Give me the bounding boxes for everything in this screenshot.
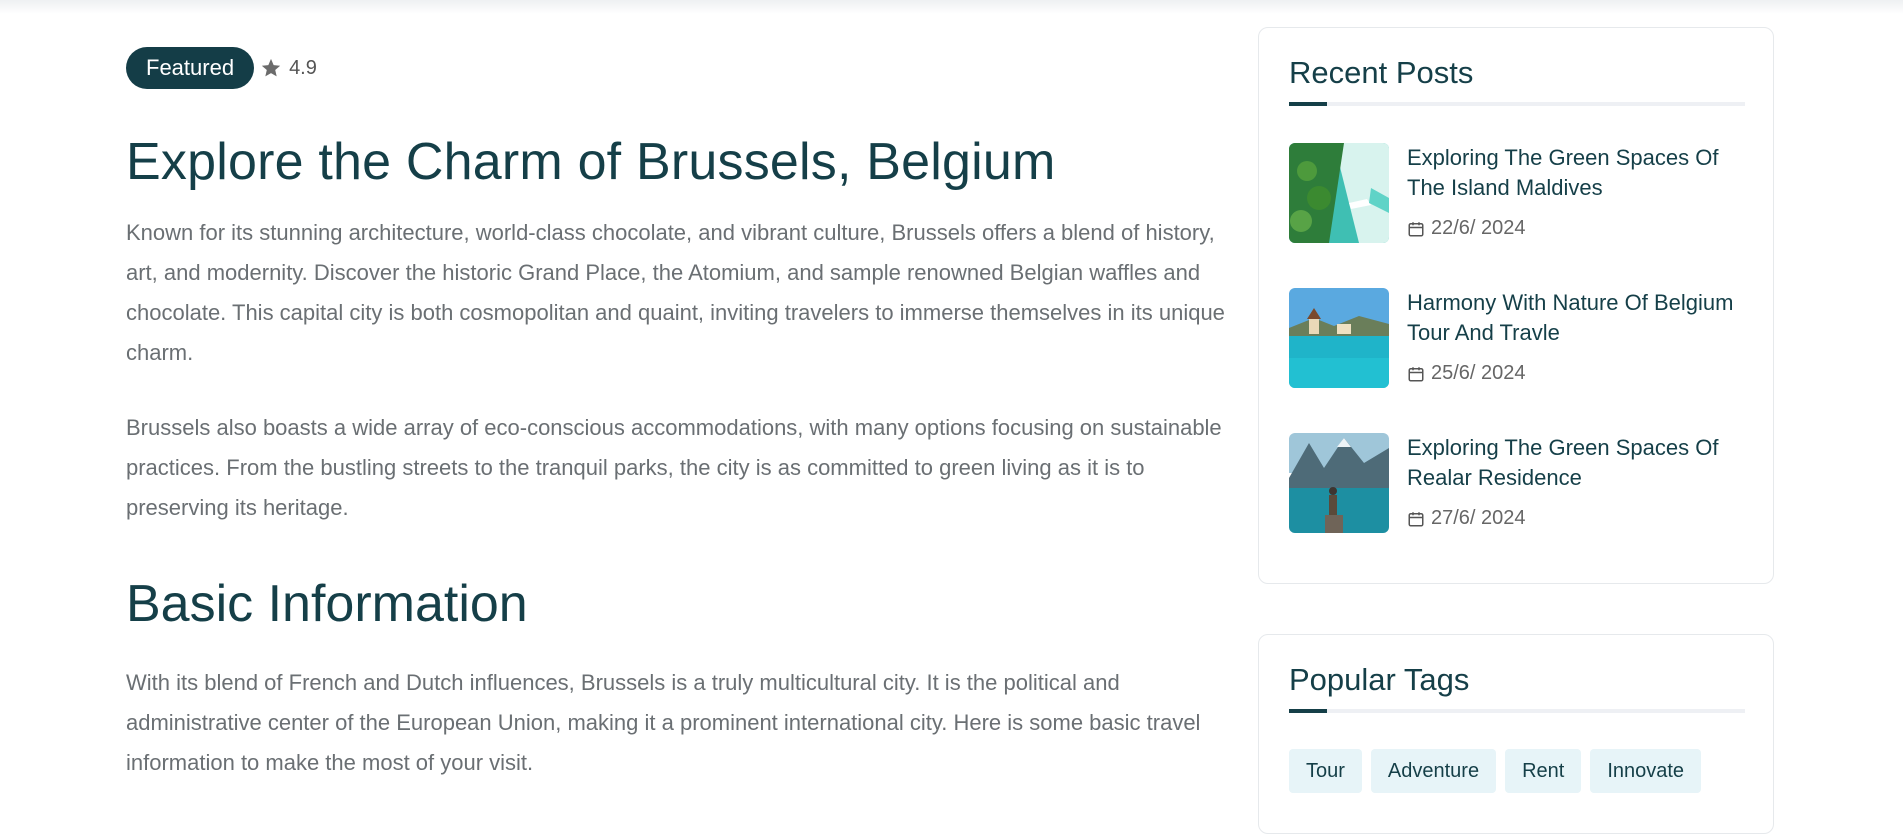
article-title: Explore the Charm of Brussels, Belgium	[126, 133, 1056, 191]
calendar-icon	[1408, 511, 1424, 526]
recent-posts-widget: Recent Posts Exploring The Green Spaces …	[1258, 27, 1774, 584]
title-underline	[1289, 102, 1745, 106]
tag-innovate[interactable]: Innovate	[1590, 749, 1702, 793]
post-date-text: 27/6/ 2024	[1431, 507, 1526, 529]
post-title[interactable]: Exploring The Green Spaces Of Realar Res…	[1407, 433, 1747, 493]
intro-paragraph: Known for its stunning architecture, wor…	[126, 220, 1225, 366]
tag-tour[interactable]: Tour	[1289, 749, 1362, 793]
star-icon	[261, 58, 281, 77]
rating: 4.9	[260, 57, 317, 80]
popular-tags-title: Popular Tags	[1289, 662, 1470, 697]
post-thumbnail-realar[interactable]	[1289, 433, 1389, 533]
section-title: Basic Information	[126, 575, 528, 634]
post-date: 25/6/ 2024	[1407, 362, 1526, 385]
popular-tags-widget: Popular Tags Tour Adventure Rent Innovat…	[1258, 634, 1774, 834]
calendar-icon	[1408, 366, 1424, 381]
recent-post[interactable]: Exploring The Green Spaces Of The Island…	[1289, 143, 1745, 243]
eco-paragraph: Brussels also boasts a wide array of eco…	[126, 415, 1222, 521]
recent-post[interactable]: Harmony With Nature Of Belgium Tour And …	[1289, 288, 1745, 388]
post-thumbnail-belgium[interactable]	[1289, 288, 1389, 388]
tag-list: Tour Adventure Rent Innovate	[1289, 749, 1710, 793]
post-date-text: 25/6/ 2024	[1431, 362, 1526, 384]
post-title[interactable]: Harmony With Nature Of Belgium Tour And …	[1407, 288, 1747, 348]
tag-adventure[interactable]: Adventure	[1370, 749, 1497, 793]
tag-rent[interactable]: Rent	[1505, 749, 1582, 793]
post-date-text: 22/6/ 2024	[1431, 217, 1526, 239]
post-title[interactable]: Exploring The Green Spaces Of The Island…	[1407, 143, 1747, 203]
rating-value: 4.9	[289, 56, 317, 79]
recent-post[interactable]: Exploring The Green Spaces Of Realar Res…	[1289, 433, 1745, 533]
article-content: Featured 4.9 Explore the Charm of Brusse…	[126, 47, 1226, 783]
post-date: 22/6/ 2024	[1407, 217, 1526, 240]
header-shadow	[0, 0, 1903, 14]
featured-badge: Featured	[126, 47, 255, 89]
calendar-icon	[1408, 221, 1424, 236]
post-date: 27/6/ 2024	[1407, 507, 1526, 530]
article-meta: Featured 4.9	[126, 47, 1226, 89]
recent-posts-title: Recent Posts	[1289, 55, 1474, 90]
post-thumbnail-maldives[interactable]	[1289, 143, 1389, 243]
title-underline	[1289, 709, 1745, 713]
basic-info-paragraph: With its blend of French and Dutch influ…	[126, 670, 1201, 776]
